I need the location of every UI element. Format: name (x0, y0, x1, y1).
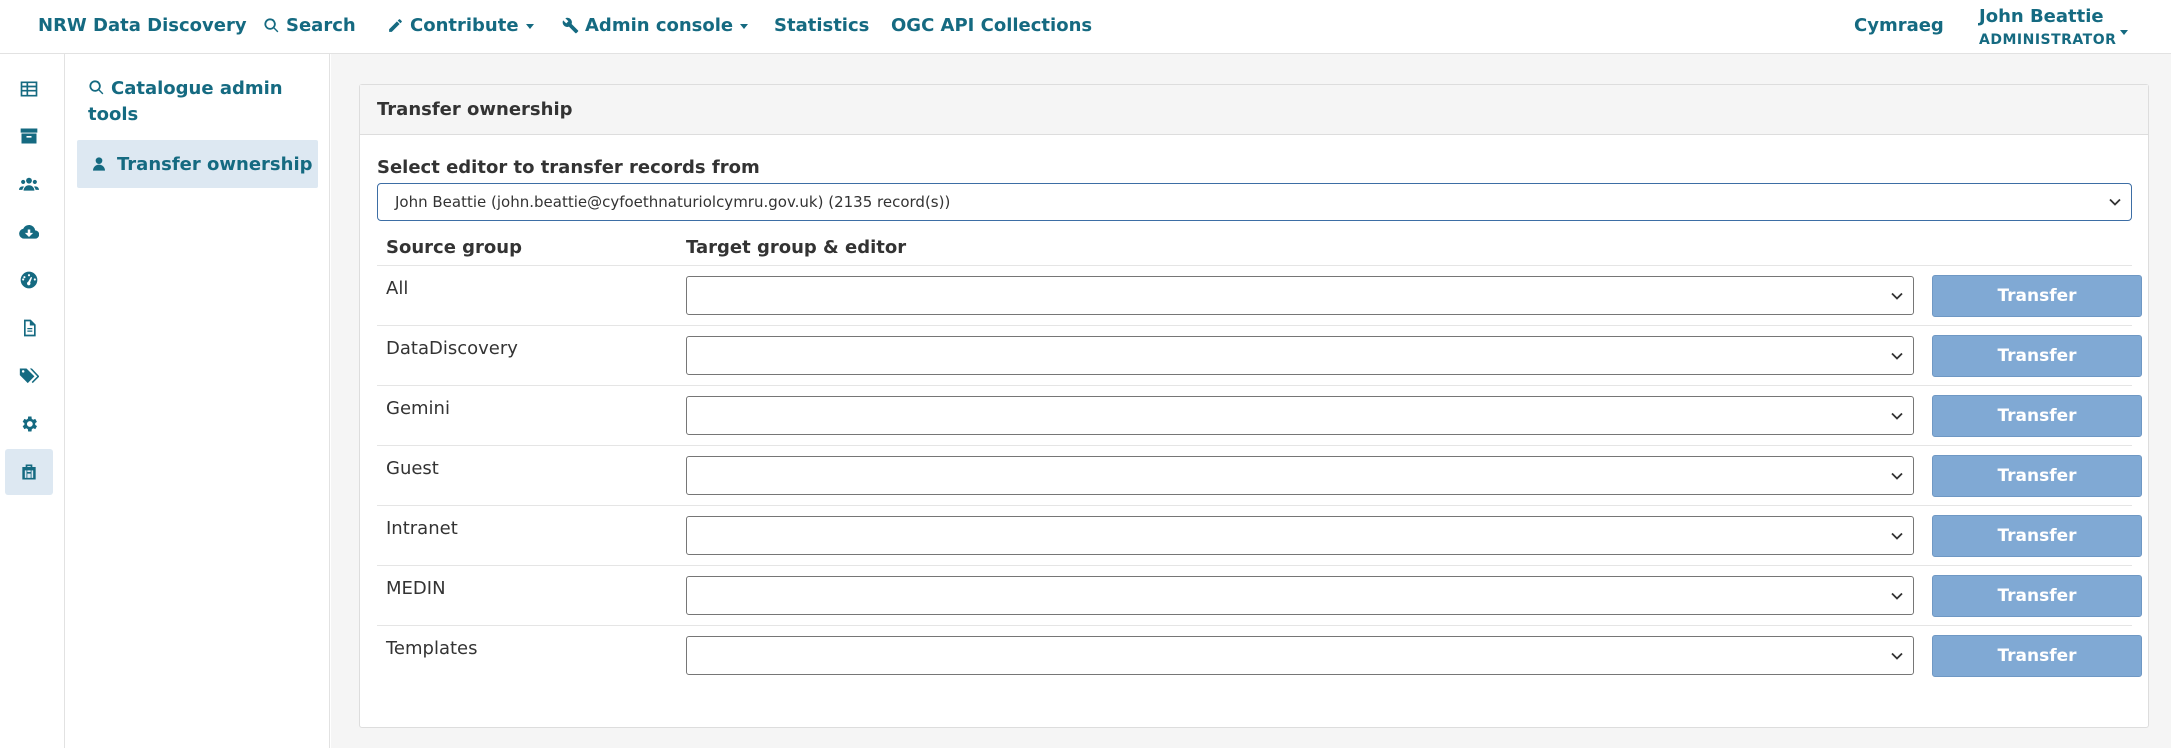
chevron-down-icon (1891, 412, 1903, 420)
source-group-header: Source group (386, 237, 522, 258)
chevron-down-icon (740, 23, 749, 29)
sidebar-item-label: Transfer ownership (117, 153, 313, 175)
chevron-down-icon (1891, 592, 1903, 600)
user-role: ADMINISTRATOR (1979, 32, 2117, 48)
rail-dashboard-button[interactable] (5, 257, 53, 303)
rail-classification-button[interactable] (5, 353, 53, 399)
language-label: Cymraeg (1854, 14, 1944, 36)
table-row: MEDIN Transfer (377, 565, 2142, 625)
rail-users-button[interactable] (5, 161, 53, 207)
gear-icon (22, 416, 37, 432)
search-icon (264, 17, 279, 32)
chevron-down-icon (1891, 532, 1903, 540)
wrench-icon (562, 17, 579, 33)
transfer-button[interactable]: Transfer (1932, 395, 2142, 437)
transfer-button[interactable]: Transfer (1932, 515, 2142, 557)
user-name: John Beattie (1979, 6, 2104, 27)
source-group-name: All (386, 278, 409, 299)
nav-ogc-api-collections-link[interactable]: OGC API Collections (891, 0, 1092, 50)
table-row: Intranet Transfer (377, 505, 2142, 565)
transfer-button[interactable]: Transfer (1932, 335, 2142, 377)
target-group-select[interactable] (686, 396, 1914, 435)
sidebar-item-transfer-ownership[interactable]: Transfer ownership (77, 140, 318, 188)
toolbox-icon (22, 464, 36, 480)
users-icon (19, 177, 39, 191)
nav-ogc-label: OGC API Collections (891, 14, 1093, 36)
table-row: Gemini Transfer (377, 385, 2142, 445)
rail-table-button[interactable] (5, 66, 53, 112)
nav-search-link[interactable]: Search (263, 0, 356, 50)
chevron-down-icon (1891, 292, 1903, 300)
language-switch-link[interactable]: Cymraeg (1854, 0, 1944, 50)
search-icon (89, 80, 104, 95)
editor-select-label: Select editor to transfer records from (377, 157, 760, 178)
target-group-select[interactable] (686, 636, 1914, 675)
nav-contribute-dropdown[interactable]: Contribute (387, 0, 534, 50)
chevron-down-icon (2120, 30, 2128, 35)
site-name-label: NRW Data Discovery (38, 14, 247, 36)
source-group-name: DataDiscovery (386, 338, 518, 359)
target-group-select[interactable] (686, 516, 1914, 555)
chevron-down-icon (2109, 198, 2121, 206)
user-menu[interactable]: John Beattie ADMINISTRATOR (1979, 6, 2116, 52)
catalogue-admin-tools-link[interactable]: Catalogue admin tools (88, 76, 308, 128)
nav-statistics-label: Statistics (774, 14, 870, 36)
rail-harvest-button[interactable] (5, 209, 53, 255)
admin-icon-rail (0, 54, 65, 748)
source-group-name: MEDIN (386, 578, 446, 599)
transfer-button[interactable]: Transfer (1932, 575, 2142, 617)
target-group-header: Target group & editor (686, 237, 907, 258)
chevron-down-icon (1891, 652, 1903, 660)
transfer-button[interactable]: Transfer (1932, 455, 2142, 497)
editor-select-value: John Beattie (john.beattie@cyfoethnaturi… (395, 193, 951, 211)
table-icon (20, 81, 38, 97)
transfer-button[interactable]: Transfer (1932, 635, 2142, 677)
nav-search-label: Search (286, 14, 356, 36)
source-group-name: Guest (386, 458, 439, 479)
nav-statistics-link[interactable]: Statistics (774, 0, 869, 50)
target-group-select[interactable] (686, 276, 1914, 315)
table-row: DataDiscovery Transfer (377, 325, 2142, 385)
pencil-icon (389, 18, 402, 32)
top-navbar: NRW Data Discovery Search Contribute Adm… (0, 0, 2171, 54)
target-group-select[interactable] (686, 336, 1914, 375)
target-group-select[interactable] (686, 456, 1914, 495)
rail-reports-button[interactable] (5, 305, 53, 351)
transfer-ownership-panel: Transfer ownership Select editor to tran… (359, 84, 2149, 728)
editor-select[interactable]: John Beattie (john.beattie@cyfoethnaturi… (377, 183, 2132, 221)
archive-icon (20, 128, 38, 144)
user-icon (93, 157, 105, 171)
panel-title: Transfer ownership (360, 85, 2148, 135)
dashboard-icon (20, 271, 38, 289)
nav-admin-console-dropdown[interactable]: Admin console (562, 0, 749, 50)
source-group-name: Intranet (386, 518, 458, 539)
site-name-link[interactable]: NRW Data Discovery (38, 0, 247, 50)
target-group-select[interactable] (686, 576, 1914, 615)
cloud-download-icon (19, 225, 39, 239)
transfer-button[interactable]: Transfer (1932, 275, 2142, 317)
chevron-down-icon (1891, 472, 1903, 480)
table-row: Templates Transfer (377, 625, 2142, 685)
table-row: All Transfer (377, 265, 2142, 325)
chevron-down-icon (1891, 352, 1903, 360)
file-text-icon (24, 319, 36, 337)
admin-tools-sidebar: Catalogue admin tools Transfer ownership (66, 54, 330, 748)
source-group-name: Gemini (386, 398, 450, 419)
rail-tools-button[interactable] (5, 449, 53, 495)
rail-settings-button[interactable] (5, 401, 53, 447)
rail-archive-button[interactable] (5, 113, 53, 159)
tags-icon (19, 368, 39, 384)
main-content: Transfer ownership Select editor to tran… (331, 54, 2171, 748)
nav-contribute-label: Contribute (410, 14, 519, 36)
nav-admin-console-label: Admin console (585, 14, 734, 36)
catalogue-admin-tools-label: Catalogue admin tools (88, 78, 283, 125)
source-group-name: Templates (386, 638, 478, 659)
table-row: Guest Transfer (377, 445, 2142, 505)
chevron-down-icon (525, 23, 534, 29)
